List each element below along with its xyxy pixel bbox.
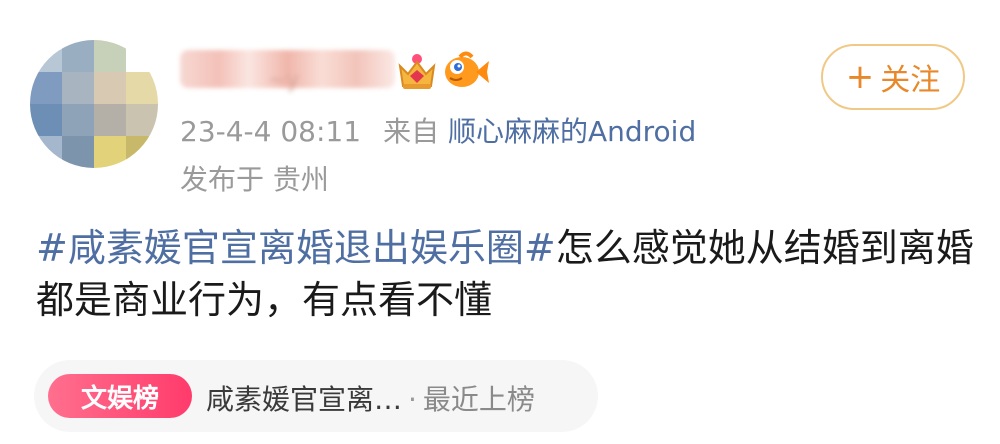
crown-icon [398,54,436,89]
hot-topic-title: 咸素媛官宣离… [206,383,403,416]
post-location: 发布于 贵州 [180,163,329,196]
avatar[interactable] [30,40,158,168]
hot-list-chip[interactable]: 文娱榜 咸素媛官宣离… · 最近上榜 [34,360,598,432]
source-device-link[interactable]: 顺心麻麻的Android [448,115,696,148]
separator-dot: · [408,383,417,416]
plus-icon: + [845,57,875,97]
username-fragment: ~y [268,68,300,93]
post-meta: 23-4-4 08:11 来自 顺心麻麻的Android [180,110,696,150]
fish-icon [445,51,489,87]
topic-link[interactable]: #咸素媛官宣离婚退出娱乐圈# [36,226,556,270]
post-timestamp: 23-4-4 08:11 [180,115,362,148]
source-prefix: 来自 [383,115,440,148]
post-body: #咸素媛官宣离婚退出娱乐圈#怎么感觉她从结婚到离婚都是商业行为，有点看不懂 [36,222,976,326]
entertainment-ranking-badge: 文娱榜 [48,374,192,418]
follow-label: 关注 [880,63,941,98]
username-blurred[interactable]: ~y [180,50,395,93]
rank-status: 最近上榜 [422,383,535,416]
follow-button[interactable]: + 关注 [821,44,965,110]
hot-list-text: 咸素媛官宣离… · 最近上榜 [206,378,535,418]
